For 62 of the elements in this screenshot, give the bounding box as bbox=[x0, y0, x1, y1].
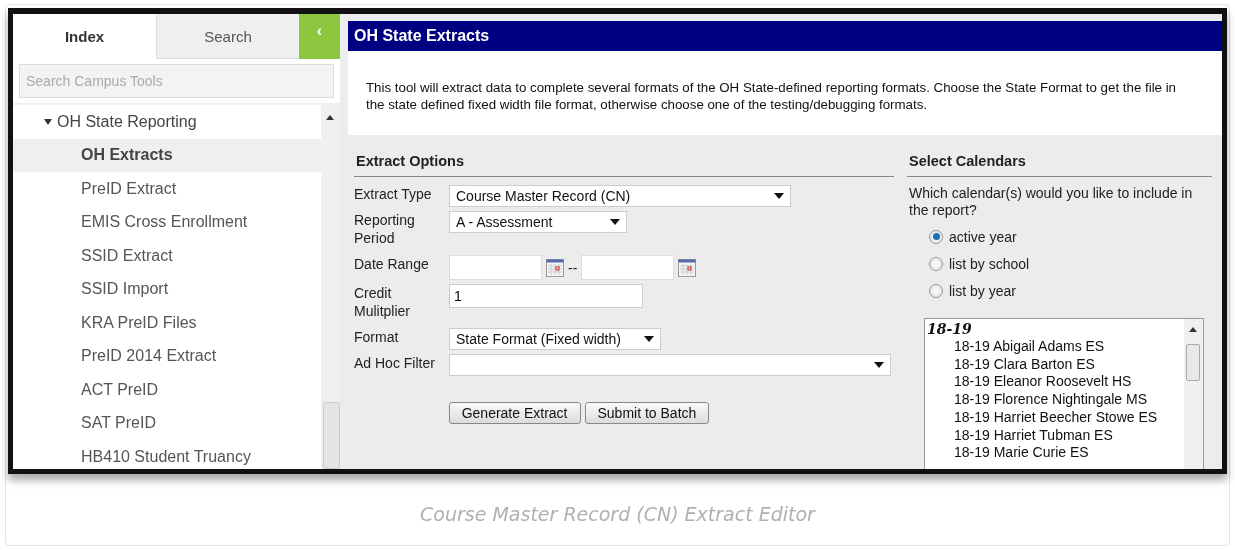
calendar-item[interactable]: 18-19 Eleanor Roosevelt HS bbox=[927, 373, 1184, 392]
dropdown-caret-icon bbox=[774, 193, 784, 199]
action-button[interactable]: Submit to Batch bbox=[584, 402, 710, 424]
radio-button[interactable] bbox=[929, 283, 943, 298]
tree-group[interactable]: OH State Reporting bbox=[13, 105, 321, 139]
section-title: Extract Options bbox=[354, 153, 894, 177]
scroll-up-icon[interactable] bbox=[326, 115, 334, 120]
scrollbar[interactable] bbox=[321, 105, 340, 469]
question-text: Which calendar(s) would you like to include in the report? bbox=[908, 185, 1194, 219]
scrollbar[interactable] bbox=[1184, 319, 1203, 469]
field-label: Ad Hoc Filter bbox=[354, 354, 436, 372]
calendar-icon[interactable] bbox=[546, 258, 564, 277]
tree-item[interactable]: PreID Extract bbox=[13, 172, 321, 206]
calendar-item[interactable]: 18-19 Florence Nightingale MS bbox=[927, 391, 1184, 409]
scroll-up-icon[interactable] bbox=[1189, 327, 1197, 332]
tree-item[interactable]: SAT PreID bbox=[13, 406, 321, 440]
tree-item[interactable]: OH Extracts bbox=[13, 138, 321, 172]
description-text: This tool will extract data to complete several formats of the OH State-defined reporting formats. Choose the State Format to get the file in the state defined fixed width file format, otherwise choose one of the testing/debugging formats. bbox=[348, 51, 1222, 135]
calendar-item[interactable]: 18-19 Clara Barton ES bbox=[927, 355, 1184, 374]
field-label: Extract Type bbox=[354, 185, 433, 203]
input-field[interactable]: 1 bbox=[449, 284, 643, 308]
calendar-item[interactable]: 18-19 Harriet Tubman ES bbox=[927, 426, 1184, 445]
dropdown[interactable]: A - Assessment bbox=[449, 211, 627, 233]
calendar-item[interactable]: 18-19 Abigail Adams ES bbox=[927, 338, 1184, 356]
tree-item[interactable]: SSID Import bbox=[13, 272, 321, 306]
panel-title: OH State Extracts bbox=[348, 21, 1222, 51]
search-field[interactable]: Search Campus Tools bbox=[19, 64, 334, 98]
range-separator: -- bbox=[568, 259, 578, 276]
dropdown-caret-icon bbox=[874, 362, 884, 368]
calendar-item[interactable]: 18-19 Marie Curie ES bbox=[927, 444, 1184, 462]
end-date-field[interactable] bbox=[581, 255, 675, 280]
start-date-field[interactable] bbox=[449, 255, 542, 280]
tree-item[interactable]: SSID Extract bbox=[13, 239, 321, 273]
tree-item[interactable]: HB410 Student Truancy bbox=[13, 440, 321, 469]
action-button[interactable]: Generate Extract bbox=[448, 402, 581, 424]
radio-button[interactable] bbox=[929, 229, 943, 244]
field-label: Date Range bbox=[354, 255, 430, 273]
scrollbar-thumb[interactable] bbox=[323, 402, 340, 469]
tree-item[interactable]: PreID 2014 Extract bbox=[13, 339, 321, 373]
sidebar-tab[interactable]: Search bbox=[156, 14, 299, 59]
radio-label: list by school bbox=[949, 255, 1030, 272]
dropdown-caret-icon bbox=[610, 219, 620, 225]
field-label: Reporting Period bbox=[354, 211, 416, 247]
scrollbar-thumb[interactable] bbox=[1186, 344, 1200, 381]
field-label: Credit Mulitplier bbox=[354, 284, 411, 320]
dropdown[interactable] bbox=[449, 354, 891, 376]
section-title: Select Calendars bbox=[907, 153, 1212, 177]
caption: Course Master Record (CN) Extract Editor bbox=[419, 501, 817, 527]
dropdown-caret-icon bbox=[644, 336, 654, 342]
dropdown[interactable]: Course Master Record (CN) bbox=[449, 185, 791, 207]
calendar-icon[interactable] bbox=[678, 258, 697, 277]
calendar-item[interactable]: 18-19 Harriet Beecher Stowe ES bbox=[927, 408, 1184, 427]
radio-label: active year bbox=[949, 228, 1017, 245]
radio-label: list by year bbox=[949, 282, 1016, 299]
radio-button[interactable] bbox=[929, 256, 943, 271]
expand-triangle-icon[interactable] bbox=[44, 117, 52, 126]
tree-item[interactable]: ACT PreID bbox=[13, 373, 321, 407]
calendar-group[interactable]: 18-19 bbox=[927, 321, 1184, 338]
dropdown[interactable]: State Format (Fixed width) bbox=[449, 328, 661, 350]
tree-item[interactable]: EMIS Cross Enrollment bbox=[13, 205, 321, 239]
field-label: Format bbox=[354, 328, 400, 346]
tree-item[interactable]: KRA PreID Files bbox=[13, 306, 321, 340]
